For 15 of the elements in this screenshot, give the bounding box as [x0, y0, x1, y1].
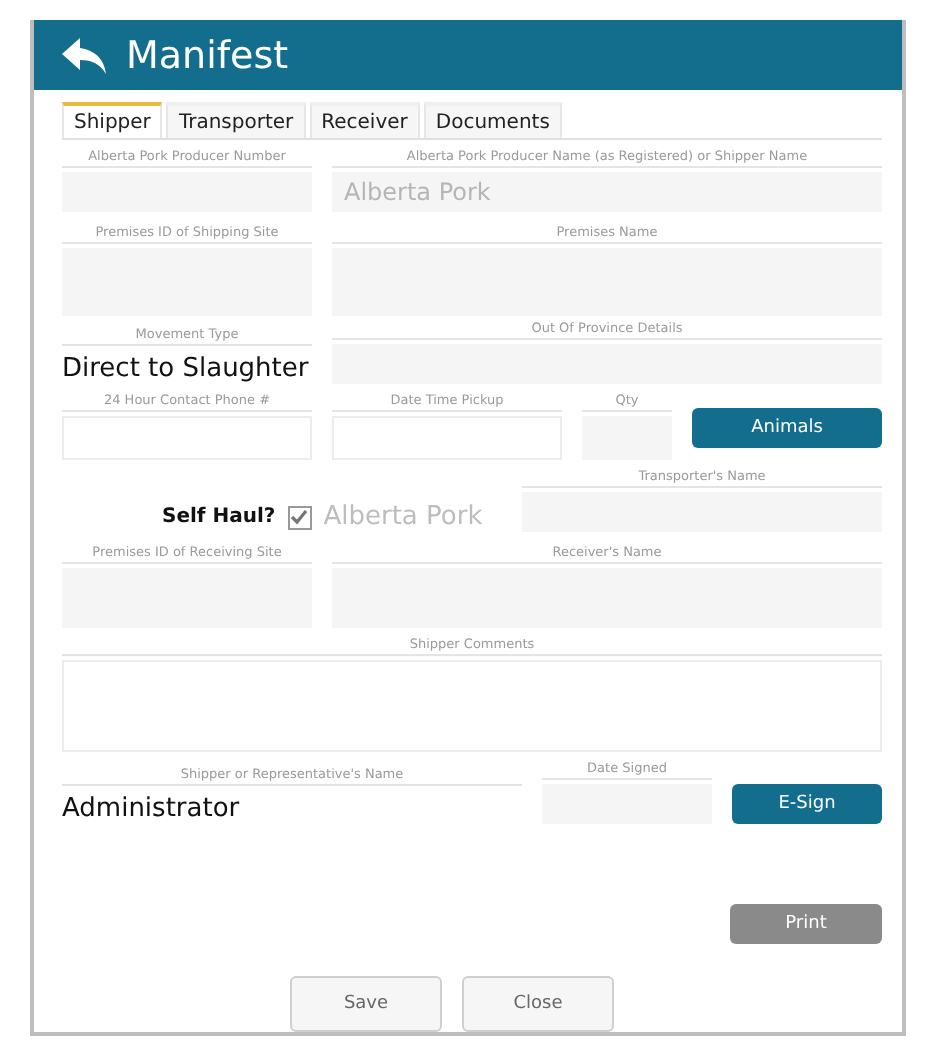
- dialog-button[interactable]: Save: [290, 976, 442, 1032]
- movement-type-value: Direct to Slaughter: [62, 354, 311, 384]
- tab[interactable]: Shipper: [62, 102, 163, 138]
- self-haul-value: Alberta Pork: [323, 502, 483, 532]
- tab[interactable]: Documents: [423, 102, 562, 138]
- dialog-button[interactable]: Close: [462, 976, 614, 1032]
- checkbox[interactable]: [287, 505, 312, 529]
- tab[interactable]: Receiver: [309, 102, 420, 138]
- representative-name: Administrator: [62, 794, 242, 824]
- animals-button[interactable]: Animals: [692, 408, 882, 448]
- self-haul-label: Self Haul?: [162, 506, 276, 528]
- e-sign-button[interactable]: E-Sign: [732, 784, 882, 824]
- back-arrow-icon[interactable]: [62, 37, 106, 73]
- window-title: Manifest: [126, 33, 289, 77]
- tab[interactable]: Transporter: [166, 102, 306, 138]
